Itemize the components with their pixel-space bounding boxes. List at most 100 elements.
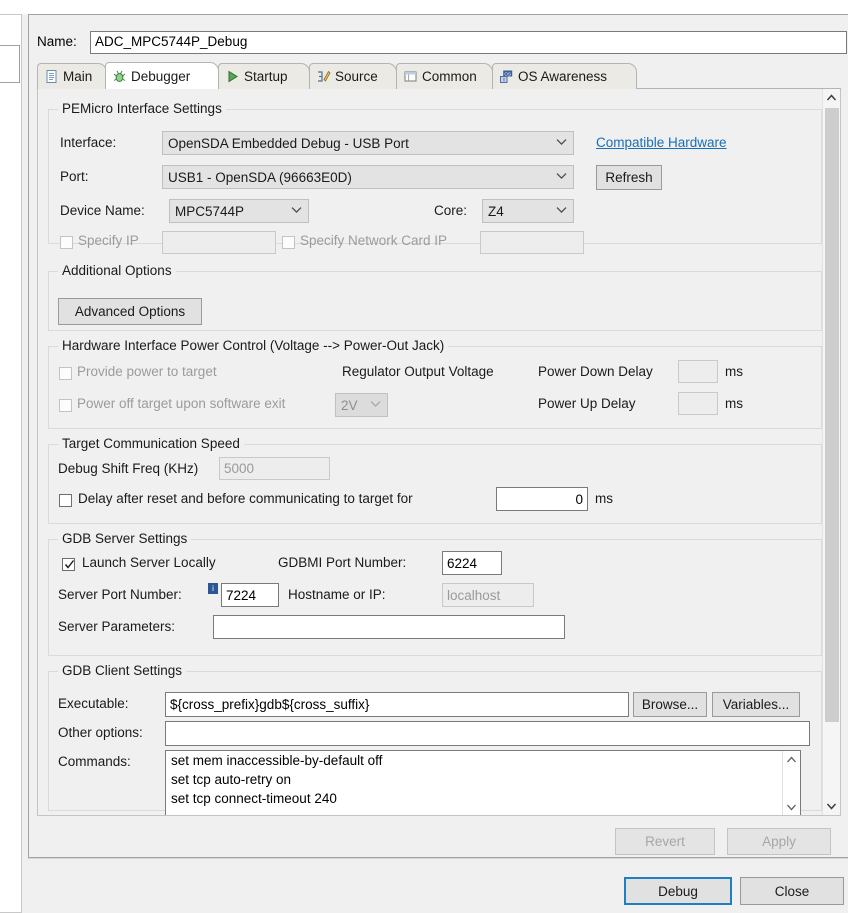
scroll-up-icon[interactable] [823,89,840,107]
background-left-panel [0,14,22,913]
group-title: GDB Server Settings [58,531,192,546]
command-line: set tcp connect-timeout 240 [171,791,337,806]
core-label: Core: [434,203,468,218]
power-down-delay-input[interactable] [678,360,718,383]
server-port-input[interactable]: 7224 [221,583,279,607]
chevron-down-icon [556,172,567,181]
target-speed-group: Target Communication Speed [48,436,822,524]
apply-button[interactable]: Apply [727,828,831,855]
tab-label: Debugger [131,68,191,84]
tab-main[interactable]: Main [37,63,107,89]
specify-ip-input[interactable] [162,231,276,254]
refresh-button[interactable]: Refresh [596,165,662,190]
debug-shift-freq-label: Debug Shift Freq (KHz) [58,461,199,476]
group-title: Additional Options [58,263,176,278]
regulator-voltage-value: 2V [341,397,358,413]
variables-button[interactable]: Variables... [712,692,800,717]
power-up-delay-unit: ms [725,396,743,411]
device-name-label: Device Name: [60,203,145,218]
group-title: PEMicro Interface Settings [58,101,226,116]
regulator-voltage-combo[interactable]: 2V [335,393,388,417]
tab-label: Main [63,69,93,84]
server-parameters-input[interactable] [213,615,565,639]
hostname-input[interactable]: localhost [442,583,534,607]
background-strip [0,0,848,14]
commands-scrollbar[interactable] [782,751,800,815]
regulator-output-voltage-label: Regulator Output Voltage [342,364,494,379]
tab-startup[interactable]: Startup [218,63,310,89]
checkmark-icon [64,559,75,570]
provide-power-checkbox[interactable] [59,367,72,380]
scroll-up-icon[interactable] [783,751,800,768]
revert-button[interactable]: Revert [615,828,715,855]
commands-textarea[interactable]: set mem inaccessible-by-default off set … [165,750,801,815]
delay-after-reset-checkbox[interactable] [59,494,72,507]
chevron-down-icon [291,206,302,215]
server-port-label: Server Port Number: [58,587,182,602]
port-combo[interactable]: USB1 - OpenSDA (96663E0D) [162,165,574,189]
chevron-down-icon [370,400,381,409]
advanced-options-button[interactable]: Advanced Options [58,298,202,325]
gdbmi-port-input[interactable]: 6224 [442,551,502,575]
name-label: Name: [37,34,77,49]
tab-bar: Main Debugger Startup Source Common OS O… [37,62,842,89]
port-label: Port: [60,169,89,184]
command-line: set mem inaccessible-by-default off [171,753,383,768]
tab-label: Common [422,69,477,84]
info-icon[interactable]: i [208,583,218,594]
specify-ip-checkbox[interactable] [60,236,73,249]
run-icon [225,69,240,84]
chevron-down-icon [556,206,567,215]
document-icon [44,69,59,84]
browse-button[interactable]: Browse... [633,692,707,717]
scrollbar-thumb[interactable] [825,108,839,722]
scroll-down-icon[interactable] [783,798,800,815]
interface-label: Interface: [60,135,117,150]
core-combo[interactable]: Z4 [482,199,574,223]
tab-os-awareness[interactable]: OS OS Awareness [492,63,637,89]
delay-after-reset-input[interactable]: 0 [496,487,588,511]
gdbmi-port-label: GDBMI Port Number: [278,555,407,570]
executable-input[interactable]: ${cross_prefix}gdb${cross_suffix} [165,692,629,717]
specify-network-card-ip-label: Specify Network Card IP [300,233,448,248]
power-up-delay-input[interactable] [678,392,718,415]
other-options-input[interactable] [165,721,810,746]
panel-scrollbar[interactable] [822,89,840,815]
device-name-combo[interactable]: MPC5744P [169,199,309,223]
background-left-box [0,45,20,83]
scroll-down-icon[interactable] [823,797,840,815]
common-icon [403,69,418,84]
bug-icon [112,69,127,84]
screen-root: Name: ADC_MPC5744P_Debug Main Debugger S… [0,0,848,913]
core-value: Z4 [488,203,504,219]
port-combo-value: USB1 - OpenSDA (96663E0D) [168,169,352,185]
close-button[interactable]: Close [740,877,844,905]
os-icon: OS [499,69,514,84]
power-off-exit-checkbox[interactable] [59,399,72,412]
power-down-delay-label: Power Down Delay [538,364,653,379]
delay-after-reset-unit: ms [595,491,613,506]
footer-separator [28,858,848,859]
interface-combo[interactable]: OpenSDA Embedded Debug - USB Port [162,131,574,155]
provide-power-label: Provide power to target [77,364,217,379]
interface-combo-value: OpenSDA Embedded Debug - USB Port [168,135,409,151]
specify-network-card-ip-checkbox[interactable] [282,236,295,249]
power-down-delay-unit: ms [725,364,743,379]
configuration-name-input[interactable]: ADC_MPC5744P_Debug [90,31,847,54]
delay-after-reset-label: Delay after reset and before communicati… [78,491,413,506]
compatible-hardware-link[interactable]: Compatible Hardware [596,135,727,150]
launch-server-locally-checkbox[interactable] [62,558,75,571]
tab-common[interactable]: Common [396,63,493,89]
other-options-label: Other options: [58,725,143,740]
tab-label: Startup [244,69,288,84]
tab-debugger[interactable]: Debugger [105,62,219,89]
debug-button[interactable]: Debug [624,877,732,905]
debug-shift-freq-input[interactable]: 5000 [219,457,330,480]
tab-source[interactable]: Source [309,63,397,89]
executable-label: Executable: [58,696,129,711]
specify-ip-label: Specify IP [78,233,139,248]
launch-server-locally-label: Launch Server Locally [82,555,216,570]
launch-configuration-dialog: Name: ADC_MPC5744P_Debug Main Debugger S… [28,14,848,858]
power-off-exit-label: Power off target upon software exit [77,396,286,411]
specify-network-card-ip-input[interactable] [480,231,584,254]
